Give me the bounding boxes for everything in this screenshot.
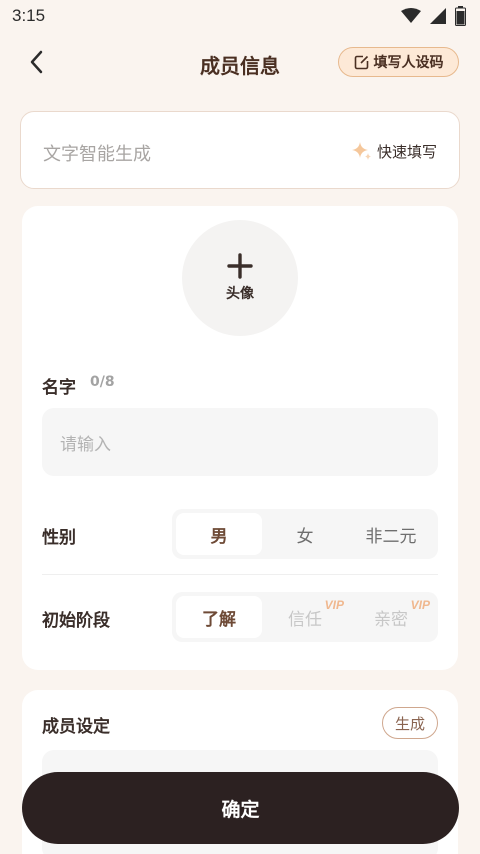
- confirm-button[interactable]: 确定: [22, 772, 459, 844]
- smart-generate-input[interactable]: 文字智能生成 快速填写: [20, 111, 460, 189]
- stage-option-trust[interactable]: 信任 VIP: [262, 596, 348, 638]
- smart-generate-placeholder: 文字智能生成: [43, 144, 151, 165]
- status-bar: 3:15: [0, 0, 480, 32]
- gender-option-nonbinary[interactable]: 非二元: [348, 513, 434, 555]
- battery-icon: [455, 6, 466, 26]
- wifi-icon: [401, 8, 421, 23]
- persona-code-button[interactable]: 填写人设码: [338, 47, 459, 77]
- gender-option-male[interactable]: 男: [176, 513, 262, 555]
- gender-option-female[interactable]: 女: [262, 513, 348, 555]
- stage-option-label: 了解: [202, 609, 236, 630]
- stage-label: 初始阶段: [42, 611, 110, 631]
- status-time: 3:15: [12, 6, 46, 25]
- edit-icon: [354, 55, 368, 69]
- name-input-placeholder: 请输入: [60, 434, 111, 455]
- stage-option-label: 亲密: [374, 609, 408, 630]
- signal-icon: [430, 8, 446, 24]
- member-info-card: 头像 名字 0/8 请输入 性别 男 女 非二元 初始阶段 了解 信任 VIP …: [22, 206, 458, 670]
- avatar-label: 头像: [226, 286, 254, 302]
- status-icons: [401, 6, 466, 26]
- quick-fill-label: 快速填写: [376, 142, 437, 161]
- avatar-upload-button[interactable]: 头像: [182, 220, 298, 336]
- stage-option-understand[interactable]: 了解: [176, 596, 262, 638]
- stage-option-label: 信任: [288, 609, 322, 630]
- vip-badge: VIP: [410, 598, 430, 612]
- name-input[interactable]: 请输入: [42, 408, 438, 476]
- divider: [42, 574, 438, 575]
- plus-icon: [227, 253, 253, 279]
- sparkle-icon: [351, 142, 371, 160]
- vip-badge: VIP: [324, 598, 344, 612]
- stage-selector: 了解 信任 VIP 亲密 VIP: [172, 592, 438, 642]
- name-label: 名字: [42, 378, 76, 398]
- member-setting-label: 成员设定: [42, 717, 110, 737]
- header: 成员信息 填写人设码: [0, 36, 480, 88]
- persona-code-label: 填写人设码: [373, 55, 444, 71]
- gender-selector: 男 女 非二元: [172, 509, 438, 559]
- quick-fill-button[interactable]: 快速填写: [351, 140, 437, 162]
- name-char-count: 0/8: [90, 374, 115, 390]
- stage-option-intimate[interactable]: 亲密 VIP: [348, 596, 434, 638]
- gender-label: 性别: [42, 528, 76, 548]
- generate-button[interactable]: 生成: [382, 707, 438, 739]
